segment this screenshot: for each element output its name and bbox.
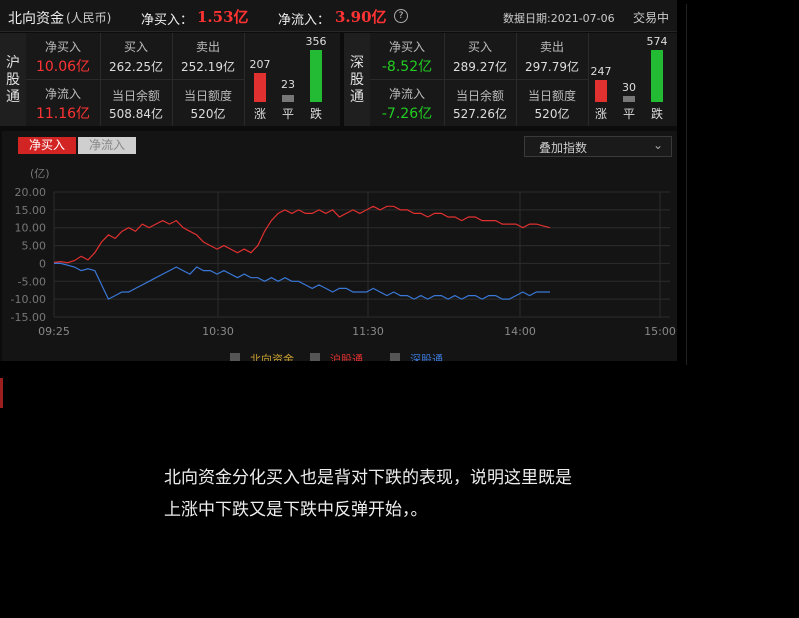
- sh-up-bar: [254, 73, 266, 102]
- sz-net-buy-label: 净买入: [388, 40, 425, 54]
- chart-unit-label: (亿): [30, 167, 50, 180]
- sh-buy-value: 262.25亿: [109, 60, 163, 74]
- sz-balance-label: 当日余额: [455, 89, 504, 103]
- legend-label: 深股通: [410, 353, 443, 361]
- legend-label: 沪股通: [330, 352, 363, 361]
- sz-down-count: 574: [646, 35, 668, 48]
- y-tick-label: 15.00: [15, 204, 47, 217]
- flow-line-chart: (亿) 20.00 15.00 10.00 5.00 0 -5.00 -10.00 -15.0…: [11, 167, 676, 361]
- shenzhen-connect-block: 深股通 净买入 -8.52亿 净流入 -7.26亿 买入 289.27亿 当日余…: [344, 33, 677, 126]
- question-circle-icon[interactable]: ?: [394, 9, 408, 23]
- sz-flat-label: 平: [622, 107, 635, 121]
- net-inflow-value: 3.90亿: [335, 8, 387, 26]
- sz-quota-value: 520亿: [534, 107, 570, 121]
- legend-label: 北向资金: [250, 352, 294, 361]
- right-blank-panel: [686, 4, 799, 365]
- sh-flat-count: 23: [281, 78, 295, 91]
- sz-flat-bar: [623, 96, 635, 102]
- sh-up-count: 207: [249, 58, 271, 71]
- data-date: 数据日期:2021-07-06: [503, 12, 615, 25]
- x-tick-label: 09:25: [38, 325, 70, 338]
- northbound-panel: 北向资金 (人民币) 净买入： 1.53亿 净流入： 3.90亿 ? 数据日期:…: [0, 0, 677, 361]
- sz-sell-label: 卖出: [539, 40, 564, 54]
- sz-balance-value: 527.26亿: [453, 107, 507, 121]
- sh-down-label: 跌: [309, 107, 322, 121]
- sz-buy-label: 买入: [467, 40, 492, 54]
- sh-net-inflow-label: 净流入: [44, 87, 81, 101]
- sh-flat-label: 平: [281, 107, 294, 121]
- shanghai-connect-block: 沪股通 净买入 10.06亿 净流入 11.16亿 买入 262.25亿 当日余…: [0, 33, 340, 126]
- sz-down-bar: [651, 50, 663, 102]
- sh-net-buy-label: 净买入: [44, 40, 81, 54]
- y-tick-label: 10.00: [15, 222, 47, 235]
- panel-title: 北向资金: [8, 11, 64, 27]
- legend-checkbox[interactable]: [390, 353, 400, 361]
- sz-buy-value: 289.27亿: [453, 60, 507, 74]
- currency-label: (人民币): [66, 11, 112, 25]
- sh-down-bar: [310, 50, 322, 102]
- y-tick-label: -5.00: [18, 275, 46, 288]
- net-buy-value: 1.53亿: [197, 8, 249, 26]
- sh-buy-label: 买入: [123, 40, 148, 54]
- sz-sell-value: 297.79亿: [525, 60, 579, 74]
- shenzhen-name: 深股通: [350, 55, 364, 105]
- y-tick-label: 0: [39, 257, 46, 270]
- sz-flat-count: 30: [622, 81, 636, 94]
- shanghai-name: 沪股通: [6, 55, 20, 105]
- sz-net-inflow-value: -7.26亿: [381, 106, 433, 122]
- chart-panel: 净买入 净流入 叠加指数 ⌄ (亿) 20.00 15.00 10.00 5.00 0-…: [2, 131, 677, 361]
- sz-up-label: 涨: [594, 107, 607, 121]
- sh-balance-value: 508.84亿: [109, 107, 163, 121]
- x-tick-label: 15:00: [644, 325, 676, 338]
- y-tick-label: 20.00: [15, 186, 47, 199]
- sh-balance-label: 当日余额: [111, 89, 160, 103]
- side-accent-bar: [0, 378, 3, 408]
- series-line-0: [53, 205, 551, 264]
- legend-checkbox[interactable]: [230, 353, 240, 361]
- y-tick-label: 5.00: [22, 240, 47, 253]
- y-tick-label: -10.00: [11, 293, 46, 306]
- article-line-2: 上涨中下跌又是下跌中反弹开始，。: [164, 500, 428, 520]
- sh-net-inflow-value: 11.16亿: [35, 106, 91, 122]
- sh-down-count: 356: [305, 35, 327, 48]
- net-buy-label: 净买入：: [141, 13, 194, 28]
- sz-net-buy-value: -8.52亿: [381, 59, 433, 75]
- sz-net-inflow-label: 净流入: [388, 87, 425, 101]
- trading-status: 交易中: [633, 11, 670, 25]
- sz-up-count: 247: [590, 65, 612, 78]
- x-tick-label: 10:30: [202, 325, 234, 338]
- sz-up-bar: [595, 80, 607, 102]
- sh-up-label: 涨: [253, 107, 266, 121]
- sz-quota-label: 当日额度: [527, 89, 576, 103]
- sh-quota-value: 520亿: [190, 107, 226, 121]
- sh-net-buy-value: 10.06亿: [35, 59, 91, 75]
- sh-quota-label: 当日额度: [183, 89, 232, 103]
- sz-down-label: 跌: [650, 107, 663, 121]
- sh-sell-label: 卖出: [195, 40, 220, 54]
- article-line-1: 北向资金分化买入也是背对下跌的表现，说明这里既是: [164, 468, 572, 488]
- header-bar: 北向资金 (人民币) 净买入： 1.53亿 净流入： 3.90亿 ? 数据日期:…: [0, 0, 677, 32]
- sh-flat-bar: [282, 95, 294, 102]
- net-inflow-label: 净流入：: [278, 13, 331, 28]
- legend-checkbox[interactable]: [310, 353, 320, 361]
- x-tick-label: 14:00: [504, 325, 536, 338]
- article-text: 北向资金分化买入也是背对下跌的表现，说明这里既是 上涨中下跌又是下跌中反弹开始，…: [164, 462, 644, 526]
- x-tick-label: 11:30: [352, 325, 384, 338]
- sh-sell-value: 252.19亿: [181, 60, 235, 74]
- y-tick-label: -15.00: [11, 311, 46, 324]
